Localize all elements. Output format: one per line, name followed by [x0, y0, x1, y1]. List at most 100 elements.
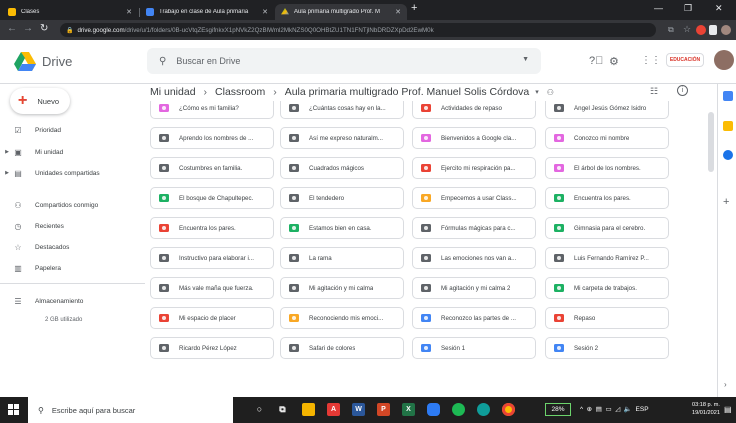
folder-card[interactable]: Ángel Jesús Gómez Isidro	[545, 101, 669, 119]
sidebar-item-papelera[interactable]: ▥ Papelera	[0, 259, 145, 277]
extensions-puzzle-icon[interactable]	[709, 25, 717, 35]
sidebar-item-unidades-compartidas[interactable]: ▶ ▤ Unidades compartidas	[0, 164, 145, 182]
close-tab-icon[interactable]: ✕	[395, 8, 401, 16]
folder-card[interactable]: Bienvenidos a Google cla...	[412, 127, 536, 149]
folder-card[interactable]: ¿Cómo es mi familia?	[150, 101, 274, 119]
folder-card[interactable]: Repaso	[545, 307, 669, 329]
search-icon[interactable]: ⚲	[159, 56, 166, 67]
sidebar-item-compartidos[interactable]: ⚇ Compartidos conmigo	[0, 196, 145, 214]
folder-card[interactable]: Encuentra los pares.	[150, 217, 274, 239]
search-input[interactable]: ⚲ Buscar en Drive ▼	[147, 48, 541, 74]
folder-card[interactable]: Costumbres en familia.	[150, 157, 274, 179]
folder-card[interactable]: El tendedero	[280, 187, 404, 209]
browser-tab-trabajo[interactable]: Trabajo en clase de Aula primaria ✕	[140, 4, 274, 20]
taskbar-search-input[interactable]: ⚲ Escribe aquí para buscar	[28, 397, 233, 423]
folder-card[interactable]: Aprendo los nombres de ...	[150, 127, 274, 149]
tasks-icon[interactable]	[723, 150, 733, 160]
add-addon-icon[interactable]: +	[723, 196, 729, 208]
folder-card[interactable]: Luis Fernando Ramírez P...	[545, 247, 669, 269]
language-indicator[interactable]: ESP	[636, 406, 649, 413]
folder-card[interactable]: Instructivo para elaborar i...	[150, 247, 274, 269]
breadcrumb-item-current-folder[interactable]: Aula primaria multigrado Prof. Manuel So…	[285, 86, 530, 98]
folder-card[interactable]: Mi agitación y mi calma 2	[412, 277, 536, 299]
reload-icon[interactable]: ↻	[40, 23, 48, 34]
expand-arrow-icon[interactable]: ▶	[2, 149, 12, 155]
acrobat-icon[interactable]: A	[327, 403, 340, 416]
cortana-icon[interactable]: ○	[253, 403, 266, 416]
folder-card[interactable]: El árbol de los nombres.	[545, 157, 669, 179]
close-tab-icon[interactable]: ✕	[126, 8, 132, 16]
sidebar-item-destacados[interactable]: ☆ Destacados	[0, 238, 145, 256]
chevron-down-icon[interactable]: ▾	[535, 88, 539, 96]
apps-grid-icon[interactable]: ⋮⋮	[641, 55, 661, 66]
folder-card[interactable]: Más vale maña que fuerza.	[150, 277, 274, 299]
folder-card[interactable]: Ejercito mi respiración pa...	[412, 157, 536, 179]
calendar-icon[interactable]	[723, 91, 733, 101]
folder-card[interactable]: Sesión 2	[545, 337, 669, 359]
keep-icon[interactable]	[723, 121, 733, 131]
new-tab-button[interactable]: +	[411, 2, 417, 14]
share-page-icon[interactable]: ⧉	[668, 25, 674, 35]
notifications-icon[interactable]: ▤	[724, 405, 732, 414]
folder-card[interactable]: Gimnasia para el cerebro.	[545, 217, 669, 239]
chrome-icon[interactable]	[502, 403, 515, 416]
settings-gear-icon[interactable]: ⚙	[609, 55, 619, 68]
extension-icon[interactable]	[696, 25, 706, 35]
folder-card[interactable]: Así me expreso naturalm...	[280, 127, 404, 149]
drive-logo-icon[interactable]	[14, 52, 36, 71]
restore-icon[interactable]: ❐	[684, 3, 692, 14]
folder-card[interactable]: Empecemos a usar Class...	[412, 187, 536, 209]
folder-card[interactable]: Encuentra los pares.	[545, 187, 669, 209]
folder-card[interactable]: Safari de colores	[280, 337, 404, 359]
sidebar-item-prioridad[interactable]: ☑ Prioridad	[0, 121, 145, 139]
folder-card[interactable]: Fórmulas mágicas para c...	[412, 217, 536, 239]
folder-card[interactable]: Estamos bien en casa.	[280, 217, 404, 239]
folder-card[interactable]: El bosque de Chapultepec.	[150, 187, 274, 209]
avatar[interactable]	[714, 50, 734, 70]
folder-card[interactable]: Mi espacio de placer	[150, 307, 274, 329]
folder-card[interactable]: ¿Cuántas cosas hay en la...	[280, 101, 404, 119]
task-view-icon[interactable]: ⧉	[276, 403, 289, 416]
list-view-icon[interactable]: ☷	[650, 86, 658, 97]
chevron-right-icon[interactable]: ›	[724, 380, 727, 389]
info-icon[interactable]: i	[677, 85, 688, 96]
chat-icon[interactable]	[427, 403, 440, 416]
new-button[interactable]: + Nuevo	[10, 88, 70, 114]
word-icon[interactable]: W	[352, 403, 365, 416]
folder-card[interactable]: Reconociendo mis emoci...	[280, 307, 404, 329]
window-close-icon[interactable]: ✕	[715, 3, 723, 14]
forward-icon[interactable]: →	[23, 23, 33, 34]
folder-card[interactable]: Actividades de repaso	[412, 101, 536, 119]
help-icon[interactable]: ?⃝	[589, 55, 603, 67]
expand-arrow-icon[interactable]: ▶	[2, 170, 12, 176]
folder-card[interactable]: Las emociones nos van a...	[412, 247, 536, 269]
excel-icon[interactable]: X	[402, 403, 415, 416]
edge-icon[interactable]	[477, 403, 490, 416]
search-options-icon[interactable]: ▼	[522, 56, 529, 63]
battery-indicator[interactable]: 28%	[545, 403, 571, 416]
breadcrumb-item-mi-unidad[interactable]: Mi unidad	[150, 86, 196, 98]
minimize-icon[interactable]: —	[654, 3, 663, 13]
breadcrumb-item-classroom[interactable]: Classroom	[215, 86, 265, 98]
folder-card[interactable]: Mi carpeta de trabajos.	[545, 277, 669, 299]
folder-card[interactable]: Reconozco las partes de ...	[412, 307, 536, 329]
bookmark-star-icon[interactable]: ☆	[683, 24, 691, 35]
sidebar-item-recientes[interactable]: ◷ Recientes	[0, 217, 145, 235]
system-tray[interactable]: ^ ⊕ ▤ ▭ ◿ 🔈 ESP	[580, 405, 649, 413]
sidebar-item-almacenamiento[interactable]: ☰ Almacenamiento	[0, 292, 145, 310]
profile-icon[interactable]	[721, 25, 731, 35]
folder-card[interactable]: Sesión 1	[412, 337, 536, 359]
folder-card[interactable]: Conozco mi nombre	[545, 127, 669, 149]
folder-card[interactable]: La rama	[280, 247, 404, 269]
powerpoint-icon[interactable]: P	[377, 403, 390, 416]
windows-start-icon[interactable]	[8, 404, 19, 415]
drive-app-name[interactable]: Drive	[42, 54, 72, 69]
close-tab-icon[interactable]: ✕	[262, 8, 268, 16]
sidebar-item-mi-unidad[interactable]: ▶ ▣ Mi unidad	[0, 143, 145, 161]
back-icon[interactable]: ←	[7, 23, 17, 34]
address-bar[interactable]: 🔒 drive.google.com/drive/u/1/folders/0B-…	[60, 23, 656, 37]
browser-tab-aula[interactable]: Aula primaria multigrado Prof. M ✕	[275, 4, 407, 20]
browser-tab-clases[interactable]: Clases ✕	[2, 4, 138, 20]
file-explorer-icon[interactable]	[302, 403, 315, 416]
spotify-icon[interactable]	[452, 403, 465, 416]
